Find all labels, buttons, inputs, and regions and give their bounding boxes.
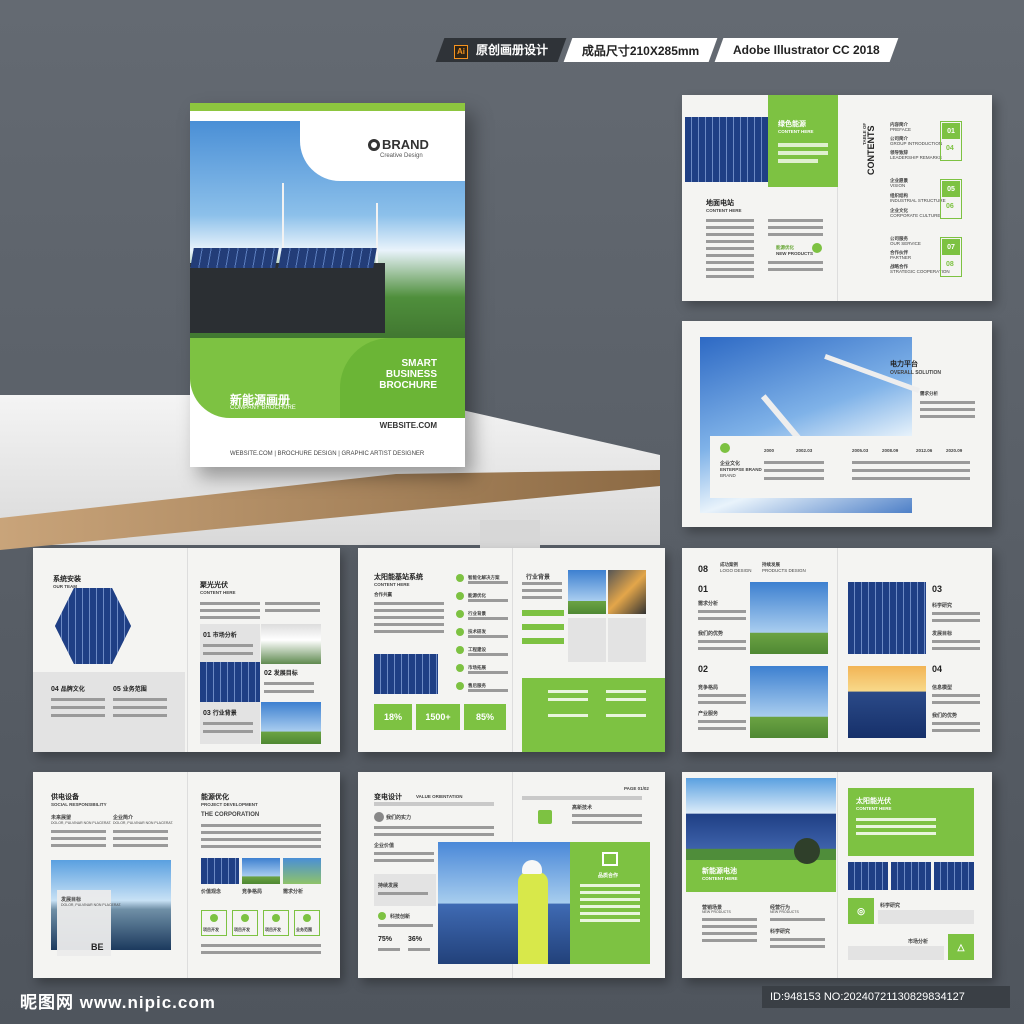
tree-icon: △ bbox=[948, 934, 974, 960]
certificate-icon bbox=[538, 810, 552, 824]
solar-panel bbox=[190, 248, 279, 268]
cover-title: SMART BUSINESS BROCHURE bbox=[379, 358, 437, 391]
spread-cases: 08 成功案例 LOGO DESIGN 持续发展 PRODUCTS DESIGN… bbox=[682, 548, 992, 752]
list-icon bbox=[456, 682, 464, 690]
wind-turbine-icon bbox=[376, 203, 378, 263]
spread-wind: 电力平台 OVERALL SOLUTION 需求分析 企业文化 ENTERPSE… bbox=[682, 321, 992, 527]
refresh-icon bbox=[720, 443, 730, 453]
cover-top-stripe bbox=[190, 103, 465, 111]
list-icon bbox=[456, 628, 464, 636]
top-badges: Ai 原创画册设计 成品尺寸210X285mm Adobe Illustrator… bbox=[435, 38, 899, 62]
target-icon: ◎ bbox=[848, 898, 874, 924]
spread-photo bbox=[685, 117, 769, 182]
brand-name: BRAND bbox=[368, 137, 429, 152]
hex-solar-photo bbox=[55, 588, 131, 664]
sun-logo-icon bbox=[794, 838, 820, 864]
spread-substation: 变电设计 VALUE ORIENTATION PAGE 01/02 我们的实力 … bbox=[358, 772, 665, 978]
business-icon bbox=[303, 914, 311, 922]
watermark: 昵图网 www.nipic.com bbox=[20, 993, 216, 1012]
green-panel bbox=[768, 95, 838, 187]
software-badge: Adobe Illustrator CC 2018 bbox=[715, 38, 899, 62]
list-icon bbox=[456, 610, 464, 618]
cover-footer: WEBSITE.COM | BROCHURE DESIGN | GRAPHIC … bbox=[230, 451, 425, 457]
list-icon bbox=[456, 664, 464, 672]
project-icon bbox=[272, 914, 280, 922]
spread-contents: 绿色能源 CONTENT HERE 地面电站 CONTENT HERE 能源优化… bbox=[682, 95, 992, 301]
cover-building bbox=[190, 263, 385, 333]
project-icon bbox=[210, 914, 218, 922]
leaf-icon bbox=[812, 243, 822, 253]
tool-icon bbox=[374, 812, 384, 822]
illustrator-icon: Ai bbox=[454, 45, 468, 59]
solar-panel bbox=[278, 248, 377, 268]
spread-installation: 系统安装 OUR TEAM 04 品牌文化 05 业务范围 聚光光伏 CONTE… bbox=[33, 548, 340, 752]
list-icon bbox=[456, 592, 464, 600]
list-icon bbox=[456, 574, 464, 582]
engineer-figure bbox=[518, 872, 548, 964]
list-icon bbox=[456, 646, 464, 654]
project-icon bbox=[241, 914, 249, 922]
spread-power-supply: 供电设备 SOCIAL RESPONSIBILITY 未来展望 DOLOR, P… bbox=[33, 772, 340, 978]
format-badge: Ai 原创画册设计 bbox=[435, 38, 567, 62]
spread-solar-system: 太阳能基站系统 CONTENT HERE 合作共赢 智能化解决方案 能源优化 行… bbox=[358, 548, 665, 752]
image-id: ID:948153 NO:20240721130829834127 bbox=[762, 986, 1010, 1008]
stat-box: 18% bbox=[374, 704, 412, 730]
spread-photovoltaic: 新能源电池 CONTENT HERE 营销场景 NEW PRODUCTS 经营行… bbox=[682, 772, 992, 978]
size-badge: 成品尺寸210X285mm bbox=[563, 38, 718, 62]
stat-box: 1500+ bbox=[416, 704, 460, 730]
engineer-photo bbox=[438, 842, 572, 964]
cover-website: WEBSITE.COM bbox=[379, 421, 437, 430]
stat-box: 85% bbox=[464, 704, 506, 730]
brochure-cover: BRAND Creative Design SMART BUSINESS BRO… bbox=[190, 103, 465, 467]
innovation-icon bbox=[378, 912, 386, 920]
monitor-icon bbox=[602, 852, 618, 866]
cover-cn-sub: COMPANY BROCHURE bbox=[230, 405, 296, 411]
brand-sub: Creative Design bbox=[380, 153, 423, 159]
helmet-icon bbox=[522, 860, 542, 874]
brand-logo-icon bbox=[368, 139, 380, 151]
